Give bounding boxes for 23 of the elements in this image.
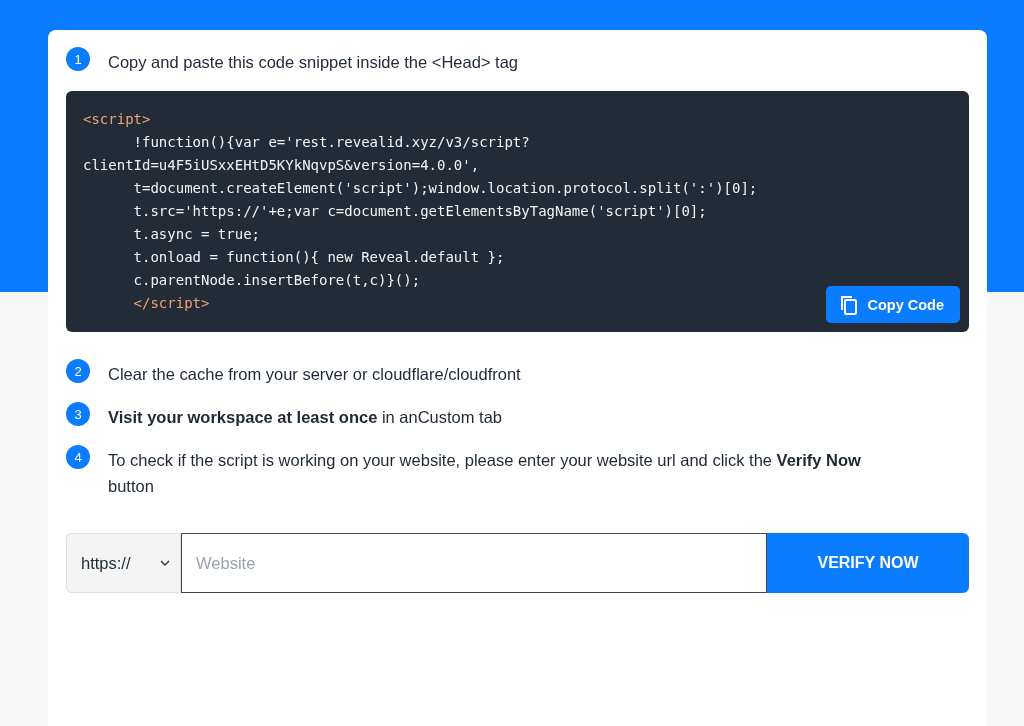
chevron-down-icon: [160, 560, 170, 566]
step-number: 4: [66, 445, 90, 469]
code-line: </script>: [132, 294, 210, 313]
code-line: !function(){var e='rest.revealid.xyz/v3/script?: [132, 133, 530, 152]
code-line: <script>: [83, 110, 151, 129]
code-line: t.src='https://'+e;var c=document.getElementsByTagName('script')[0];: [132, 202, 707, 221]
copy-icon: [840, 294, 859, 315]
code-line: t.onload = function(){ new Reveal.default };: [132, 248, 505, 267]
step-number: 1: [66, 47, 90, 71]
verify-now-button[interactable]: VERIFY NOW: [767, 533, 969, 593]
step-number: 3: [66, 402, 90, 426]
step-text: Clear the cache from your server or cloudflare/cloudfront: [108, 364, 521, 385]
website-input-field[interactable]: Website: [181, 533, 767, 593]
code-line: clientId=u4F5iUSxxEHtD5KYkNqvpS&version=4.0.0',: [83, 156, 480, 175]
code-line: c.parentNode.insertBefore(t,c)}();: [132, 271, 421, 290]
copy-code-button[interactable]: Copy Code: [826, 286, 960, 323]
step-number: 2: [66, 359, 90, 383]
step-text: Visit your workspace at least once in anCustom tab: [108, 407, 503, 428]
protocol-dropdown[interactable]: https://: [66, 533, 181, 593]
code-line: t=document.createElement('script');window.location.protocol.split(':')[0];: [132, 179, 758, 198]
step-text: To check if the script is working on your website, please enter your website url and click the Verify Now button: [108, 450, 862, 497]
code-line: t.async = true;: [132, 225, 260, 244]
step-text: Copy and paste this code snippet inside the <Head> tag: [108, 52, 519, 73]
